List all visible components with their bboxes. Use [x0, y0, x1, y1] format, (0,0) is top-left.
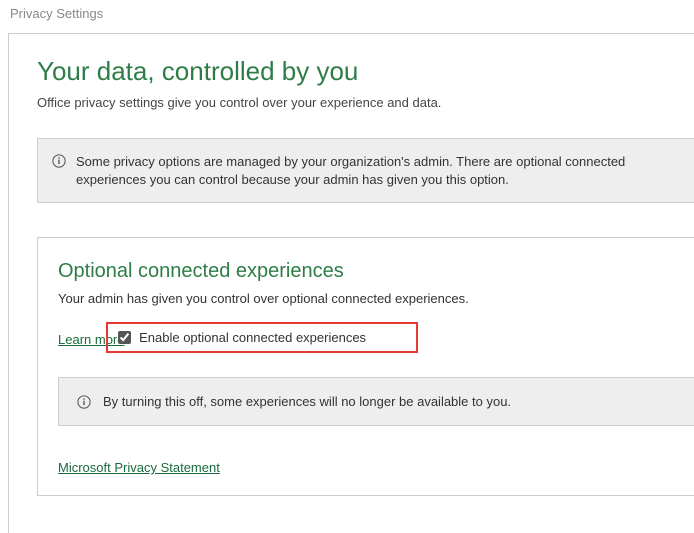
enable-optional-checkbox-label: Enable optional connected experiences	[139, 330, 366, 345]
main-content: Your data, controlled by you Office priv…	[8, 33, 694, 533]
enable-optional-checkbox-row: Enable optional connected experiences	[106, 322, 418, 353]
admin-info-text: Some privacy options are managed by your…	[76, 153, 678, 188]
turnoff-warning-text: By turning this off, some experiences wi…	[103, 394, 511, 409]
section-heading: Optional connected experiences	[58, 260, 694, 283]
optional-experiences-section: Optional connected experiences Your admi…	[37, 237, 694, 496]
turnoff-warning-banner: By turning this off, some experiences wi…	[58, 377, 694, 426]
info-icon	[52, 154, 66, 168]
privacy-statement-link[interactable]: Microsoft Privacy Statement	[58, 460, 220, 475]
window-title: Privacy Settings	[0, 0, 694, 27]
admin-info-banner: Some privacy options are managed by your…	[37, 138, 694, 203]
page-heading: Your data, controlled by you	[37, 56, 694, 87]
info-icon	[77, 395, 91, 409]
section-text: Your admin has given you control over op…	[58, 291, 694, 306]
page-subtext: Office privacy settings give you control…	[37, 95, 694, 110]
enable-optional-checkbox[interactable]	[118, 331, 131, 344]
